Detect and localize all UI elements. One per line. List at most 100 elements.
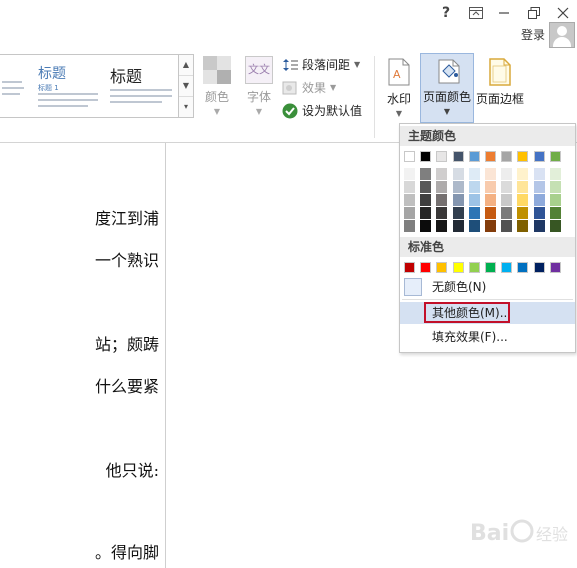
style-gallery-item-1[interactable]: 标题 标题 1	[32, 55, 102, 117]
theme-shade-swatch[interactable]	[436, 194, 448, 206]
colors-label: 颜色	[204, 90, 229, 104]
theme-color-swatch[interactable]	[404, 151, 415, 162]
watermark-button[interactable]: A 水印 ▼	[380, 54, 418, 118]
theme-shade-swatch[interactable]	[549, 220, 561, 232]
theme-shade-swatch[interactable]	[485, 181, 496, 193]
theme-shade-swatch[interactable]	[436, 207, 448, 219]
theme-shade-swatch[interactable]	[468, 194, 480, 206]
theme-shade-swatch[interactable]	[485, 194, 496, 206]
theme-shade-swatch[interactable]	[501, 207, 513, 219]
page-borders-button[interactable]: 页面边框	[474, 54, 526, 107]
login-link[interactable]: 登录	[521, 26, 545, 43]
theme-shade-swatch[interactable]	[420, 194, 432, 206]
standard-color-swatch[interactable]	[452, 262, 464, 273]
theme-shade-swatch[interactable]	[549, 207, 561, 219]
theme-shade-swatch[interactable]	[420, 207, 432, 219]
no-color-swatch	[404, 278, 422, 296]
theme-color-swatch[interactable]	[485, 151, 496, 162]
theme-shade-swatch[interactable]	[501, 168, 513, 180]
no-color-item[interactable]: 无颜色(N)	[400, 276, 575, 298]
theme-shade-swatch[interactable]	[420, 181, 432, 193]
standard-color-swatch[interactable]	[517, 262, 529, 273]
theme-shade-swatch[interactable]	[420, 220, 432, 232]
colors-button[interactable]: 颜色 ▼	[200, 56, 234, 116]
theme-shade-swatch[interactable]	[485, 168, 496, 180]
theme-color-swatch[interactable]	[533, 151, 545, 162]
style-gallery-item-partial[interactable]	[0, 55, 28, 117]
theme-shade-swatch[interactable]	[420, 168, 432, 180]
user-avatar-icon[interactable]	[549, 22, 575, 48]
theme-shade-swatch[interactable]	[468, 207, 480, 219]
theme-shade-swatch[interactable]	[436, 220, 448, 232]
standard-color-swatch[interactable]	[436, 262, 448, 273]
title-bar: ? 登录	[0, 0, 577, 52]
minimize-button[interactable]	[490, 2, 518, 24]
theme-shade-swatch[interactable]	[485, 207, 496, 219]
theme-shade-swatch[interactable]	[468, 168, 480, 180]
standard-color-swatch[interactable]	[420, 262, 432, 273]
theme-shade-swatch[interactable]	[549, 168, 561, 180]
page-color-button[interactable]: 页面颜色 ▼	[420, 53, 474, 123]
theme-shade-swatch[interactable]	[533, 168, 545, 180]
theme-shade-swatch[interactable]	[517, 168, 529, 180]
theme-shade-swatch[interactable]	[452, 207, 464, 219]
theme-shade-swatch[interactable]	[517, 194, 529, 206]
theme-shade-swatch[interactable]	[501, 181, 513, 193]
close-button[interactable]	[549, 2, 577, 24]
fonts-button[interactable]: 文文 字体 ▼	[242, 56, 276, 116]
theme-shade-swatch[interactable]	[452, 168, 464, 180]
gallery-scroll-down-icon[interactable]: ▼	[179, 76, 193, 97]
theme-shade-swatch[interactable]	[452, 181, 464, 193]
theme-shade-swatch[interactable]	[404, 194, 415, 206]
theme-color-swatch[interactable]	[549, 151, 561, 162]
theme-shade-swatch[interactable]	[517, 207, 529, 219]
theme-color-swatch[interactable]	[501, 151, 513, 162]
style-gallery-item-2[interactable]: 标题	[106, 55, 176, 117]
theme-shade-swatch[interactable]	[549, 194, 561, 206]
theme-color-swatch[interactable]	[452, 151, 464, 162]
gallery-scroll-up-icon[interactable]: ▲	[179, 55, 193, 76]
theme-color-swatch[interactable]	[468, 151, 480, 162]
style-gallery[interactable]: 标题 标题 1 标题	[0, 54, 179, 118]
theme-color-swatch[interactable]	[420, 151, 432, 162]
gallery-scrollbar[interactable]: ▲ ▼ ▾	[178, 54, 194, 118]
theme-shade-swatch[interactable]	[533, 181, 545, 193]
theme-shade-swatch[interactable]	[533, 194, 545, 206]
set-as-default-button[interactable]: 设为默认值	[282, 102, 362, 119]
help-button[interactable]: ?	[432, 2, 460, 24]
gallery-more-icon[interactable]: ▾	[179, 97, 193, 117]
theme-shade-swatch[interactable]	[404, 207, 415, 219]
paragraph-spacing-button[interactable]: 段落间距 ▼	[282, 56, 360, 73]
standard-color-swatch[interactable]	[468, 262, 480, 273]
theme-shade-swatch[interactable]	[533, 220, 545, 232]
theme-shade-swatch[interactable]	[468, 220, 480, 232]
standard-color-swatch[interactable]	[501, 262, 513, 273]
theme-shade-swatch[interactable]	[485, 220, 496, 232]
theme-shade-swatch[interactable]	[452, 194, 464, 206]
theme-shade-swatch[interactable]	[404, 220, 415, 232]
theme-color-swatch[interactable]	[436, 151, 448, 162]
theme-shade-swatch[interactable]	[468, 181, 480, 193]
theme-shade-swatch[interactable]	[404, 181, 415, 193]
theme-shade-swatch[interactable]	[436, 181, 448, 193]
theme-shade-swatch[interactable]	[501, 220, 513, 232]
ribbon-display-options-button[interactable]	[462, 2, 490, 24]
theme-color-swatch[interactable]	[517, 151, 529, 162]
theme-shade-swatch[interactable]	[549, 181, 561, 193]
standard-color-swatch[interactable]	[533, 262, 545, 273]
document-page[interactable]: 度江到浦 一个熟识 站；颇踌 什么要紧 他只说: 。得向脚	[0, 143, 166, 568]
theme-shade-swatch[interactable]	[517, 220, 529, 232]
fill-effects-item[interactable]: 填充效果(F)...	[400, 326, 575, 348]
theme-shade-swatch[interactable]	[501, 194, 513, 206]
standard-color-swatch[interactable]	[549, 262, 561, 273]
effects-button[interactable]: 效果 ▼	[282, 79, 336, 96]
standard-color-swatch[interactable]	[404, 262, 415, 273]
theme-shade-swatch[interactable]	[452, 220, 464, 232]
standard-color-swatch[interactable]	[485, 262, 496, 273]
theme-shade-swatch[interactable]	[404, 168, 415, 180]
theme-shade-swatch[interactable]	[436, 168, 448, 180]
theme-shade-swatch[interactable]	[517, 181, 529, 193]
restore-button[interactable]	[520, 2, 548, 24]
theme-shade-swatch[interactable]	[533, 207, 545, 219]
minimize-icon	[499, 12, 509, 14]
